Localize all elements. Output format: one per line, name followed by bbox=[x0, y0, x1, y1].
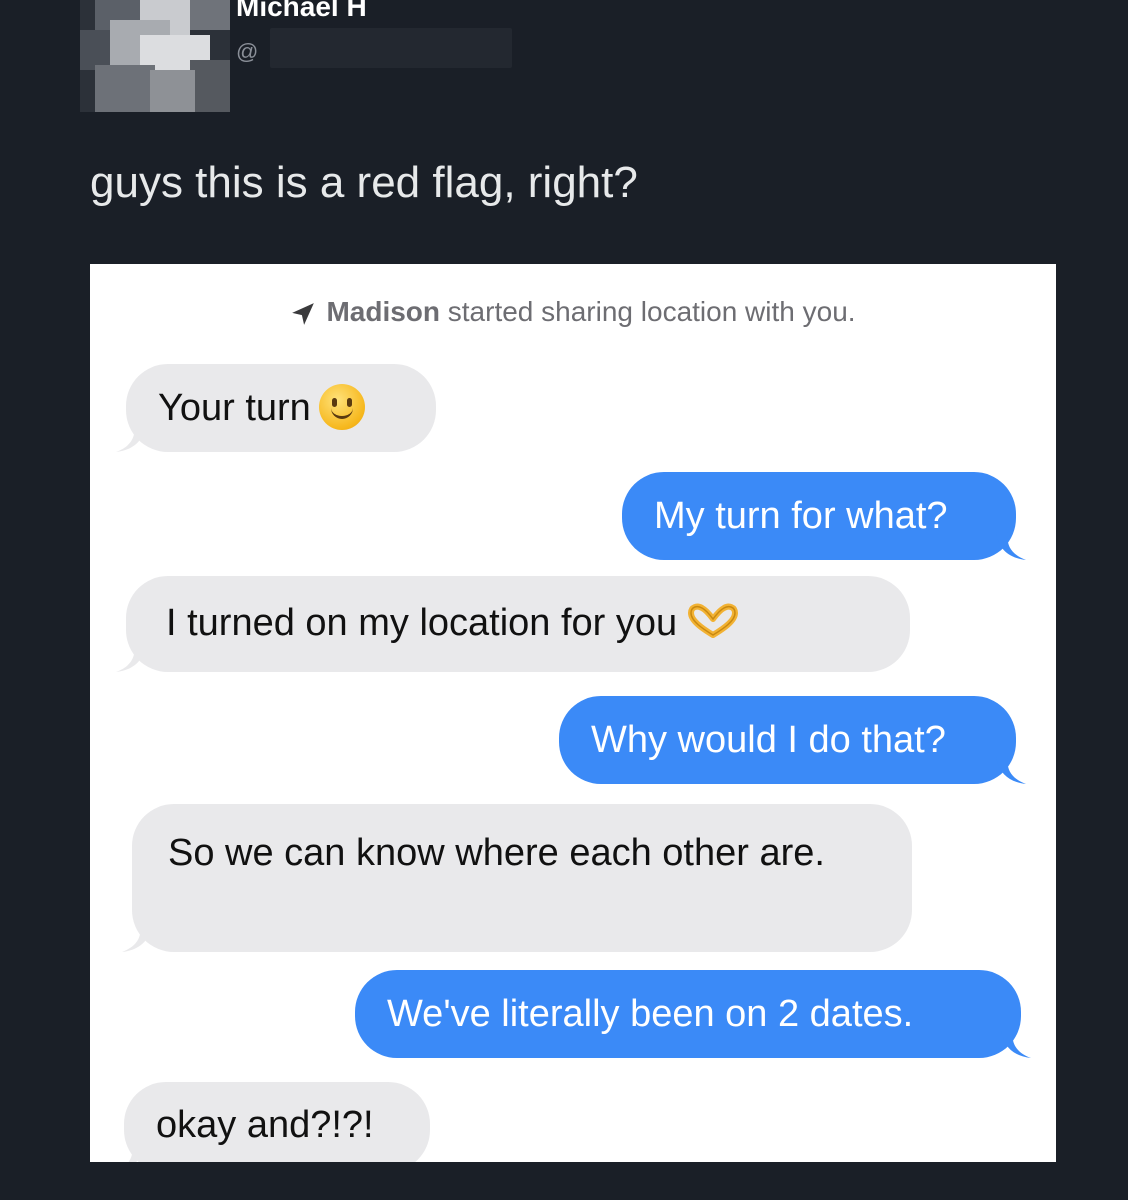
bubble-tail bbox=[1001, 1030, 1031, 1058]
display-name[interactable]: Michael H bbox=[236, 0, 367, 24]
message-bubble-received[interactable]: Your turn bbox=[116, 364, 436, 452]
message-bubble-sent[interactable]: My turn for what? bbox=[622, 472, 1026, 560]
location-arrow-icon bbox=[292, 302, 315, 325]
handle-prefix: @ bbox=[236, 39, 259, 64]
message-text: My turn for what? bbox=[654, 495, 948, 537]
message-bubble-sent[interactable]: We've literally been on 2 dates. bbox=[355, 970, 1031, 1058]
heart-hands-icon bbox=[688, 603, 739, 638]
handle-redaction bbox=[270, 28, 512, 68]
tweet-text: guys this is a red flag, right? bbox=[90, 158, 638, 207]
message-text: okay and?!?! bbox=[156, 1104, 374, 1146]
bubble-tail bbox=[996, 532, 1026, 560]
bubble-tail bbox=[996, 756, 1026, 784]
notice-text: started sharing location with you. bbox=[440, 296, 856, 327]
message-bubble-received[interactable]: So we can know where each other are. bbox=[122, 804, 912, 952]
contact-name: Madison bbox=[326, 296, 440, 327]
slightly-smiling-face-icon bbox=[318, 383, 365, 430]
message-text: Your turn bbox=[158, 387, 311, 429]
message-text: I turned on my location for you bbox=[166, 602, 678, 644]
message-bubble-received[interactable]: I turned on my location for you bbox=[116, 576, 910, 672]
bubble-tail bbox=[122, 924, 152, 952]
message-bubble-sent[interactable]: Why would I do that? bbox=[559, 696, 1026, 784]
message-text: We've literally been on 2 dates. bbox=[387, 993, 914, 1035]
bubble-tail bbox=[116, 644, 146, 672]
message-bubble-received[interactable]: okay and?!?! bbox=[124, 1082, 430, 1162]
location-sharing-notice: Madison started sharing location with yo… bbox=[90, 296, 1056, 328]
avatar-blurred[interactable] bbox=[80, 0, 230, 112]
message-text: Why would I do that? bbox=[591, 719, 946, 761]
message-screenshot: Madison started sharing location with yo… bbox=[90, 264, 1056, 1162]
bubble-tail bbox=[116, 424, 146, 452]
bubble-tail bbox=[128, 1144, 144, 1162]
message-text: So we can know where each other are. bbox=[168, 832, 825, 874]
